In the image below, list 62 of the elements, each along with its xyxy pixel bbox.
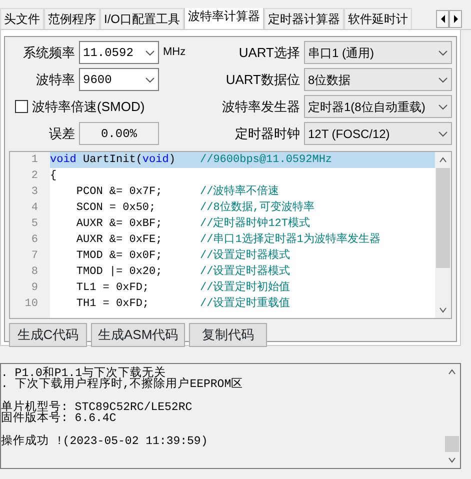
caret-icon [438,50,448,56]
line-number: 7 [30,249,39,264]
code-line: SCON = 0x50; //8位数据,可变波特率 [75,200,316,216]
checkbox-label: 波特率倍速(SMOD) [32,98,145,116]
generate-button[interactable]: 复制代码 [189,323,268,347]
field-label: UART选择 [238,44,300,62]
dropdown[interactable]: 串口1 (通用) [304,41,452,64]
tab[interactable]: 定时器计算器 [264,8,344,29]
scroll-thumb[interactable] [445,436,459,452]
line-number: 8 [30,265,39,280]
code-editor[interactable] [9,151,452,319]
code-line: TMOD &= 0x0F; //设置定时器模式 [75,248,292,264]
line-number: 3 [30,185,39,200]
checkbox[interactable] [15,100,28,113]
tab[interactable]: 波特率计算器 [184,8,264,29]
caret-icon [438,130,448,136]
tab[interactable]: 范例程序 [44,8,100,29]
baud-dropdown[interactable]: 9600 [79,68,159,91]
caret-icon [145,76,155,82]
log-line: . 下次下载用户程序时,不擦除用户EEPROM区 [1,379,244,390]
code-line: TH1 = 0xFD; //设置定时重载值 [75,296,292,312]
dropdown[interactable]: 定时器1(8位自动重载) [304,95,452,118]
caret-icon [438,104,448,110]
field-label: 定时器时钟 [234,124,300,143]
line-number: 10 [24,297,39,312]
log-line: 单片机型号: STC89C52RC/LE52RC [1,402,194,413]
unit-label: MHz [163,45,186,60]
scrollbar[interactable] [435,152,451,318]
input-field[interactable]: 11.0592 [79,41,159,64]
field-label: 系统频率 [22,44,75,62]
line-number: 1 [30,153,39,168]
field-label: 误差 [48,124,75,143]
generate-button[interactable]: 生成C代码 [9,323,87,347]
caret-icon [438,76,448,82]
generate-button[interactable]: 生成ASM代码 [91,323,186,347]
caret-icon [145,50,155,56]
line-number: 2 [30,169,39,184]
scroll-right-icon[interactable] [449,10,462,28]
line-number: 4 [30,201,39,216]
tab[interactable]: 头文件 [0,8,44,29]
code-line: TMOD |= 0x20; //设置定时器模式 [75,264,292,280]
error-field: 0.00% [79,122,159,145]
code-line: PCON &= 0x7F; //波特率不倍速 [75,184,280,200]
log-line: . P1.0和P1.1与下次下载无关 [1,368,166,379]
line-number: 9 [30,281,39,296]
code-line: { [50,169,58,184]
scroll-thumb[interactable] [436,168,450,268]
code-line: AUXR &= 0xBF; //定时器时钟12T模式 [75,216,312,232]
line-number: 6 [30,233,39,248]
dropdown[interactable]: 8位数据 [304,68,452,91]
field-label: UART数据位 [224,70,300,89]
log-line: 操作成功 !(2023-05-02 11:39:59) [1,436,209,447]
dropdown[interactable]: 12T (FOSC/12) [304,122,452,145]
code-line: TL1 = 0xFD; //设置定时初始值 [75,280,292,296]
field-label: 波特率发生器 [221,98,300,116]
tab[interactable]: I/O口配置工具 [100,8,184,29]
field-label: 波特率 [35,70,75,89]
scroll-left-icon[interactable] [436,10,449,28]
tab[interactable]: 软件延时计 [344,8,412,29]
line-number: 5 [30,217,39,232]
code-line: AUXR &= 0xFE; //串口1选择定时器1为波特率发生器 [75,232,382,248]
log-line: 固件版本号: 6.6.4C [1,413,118,424]
